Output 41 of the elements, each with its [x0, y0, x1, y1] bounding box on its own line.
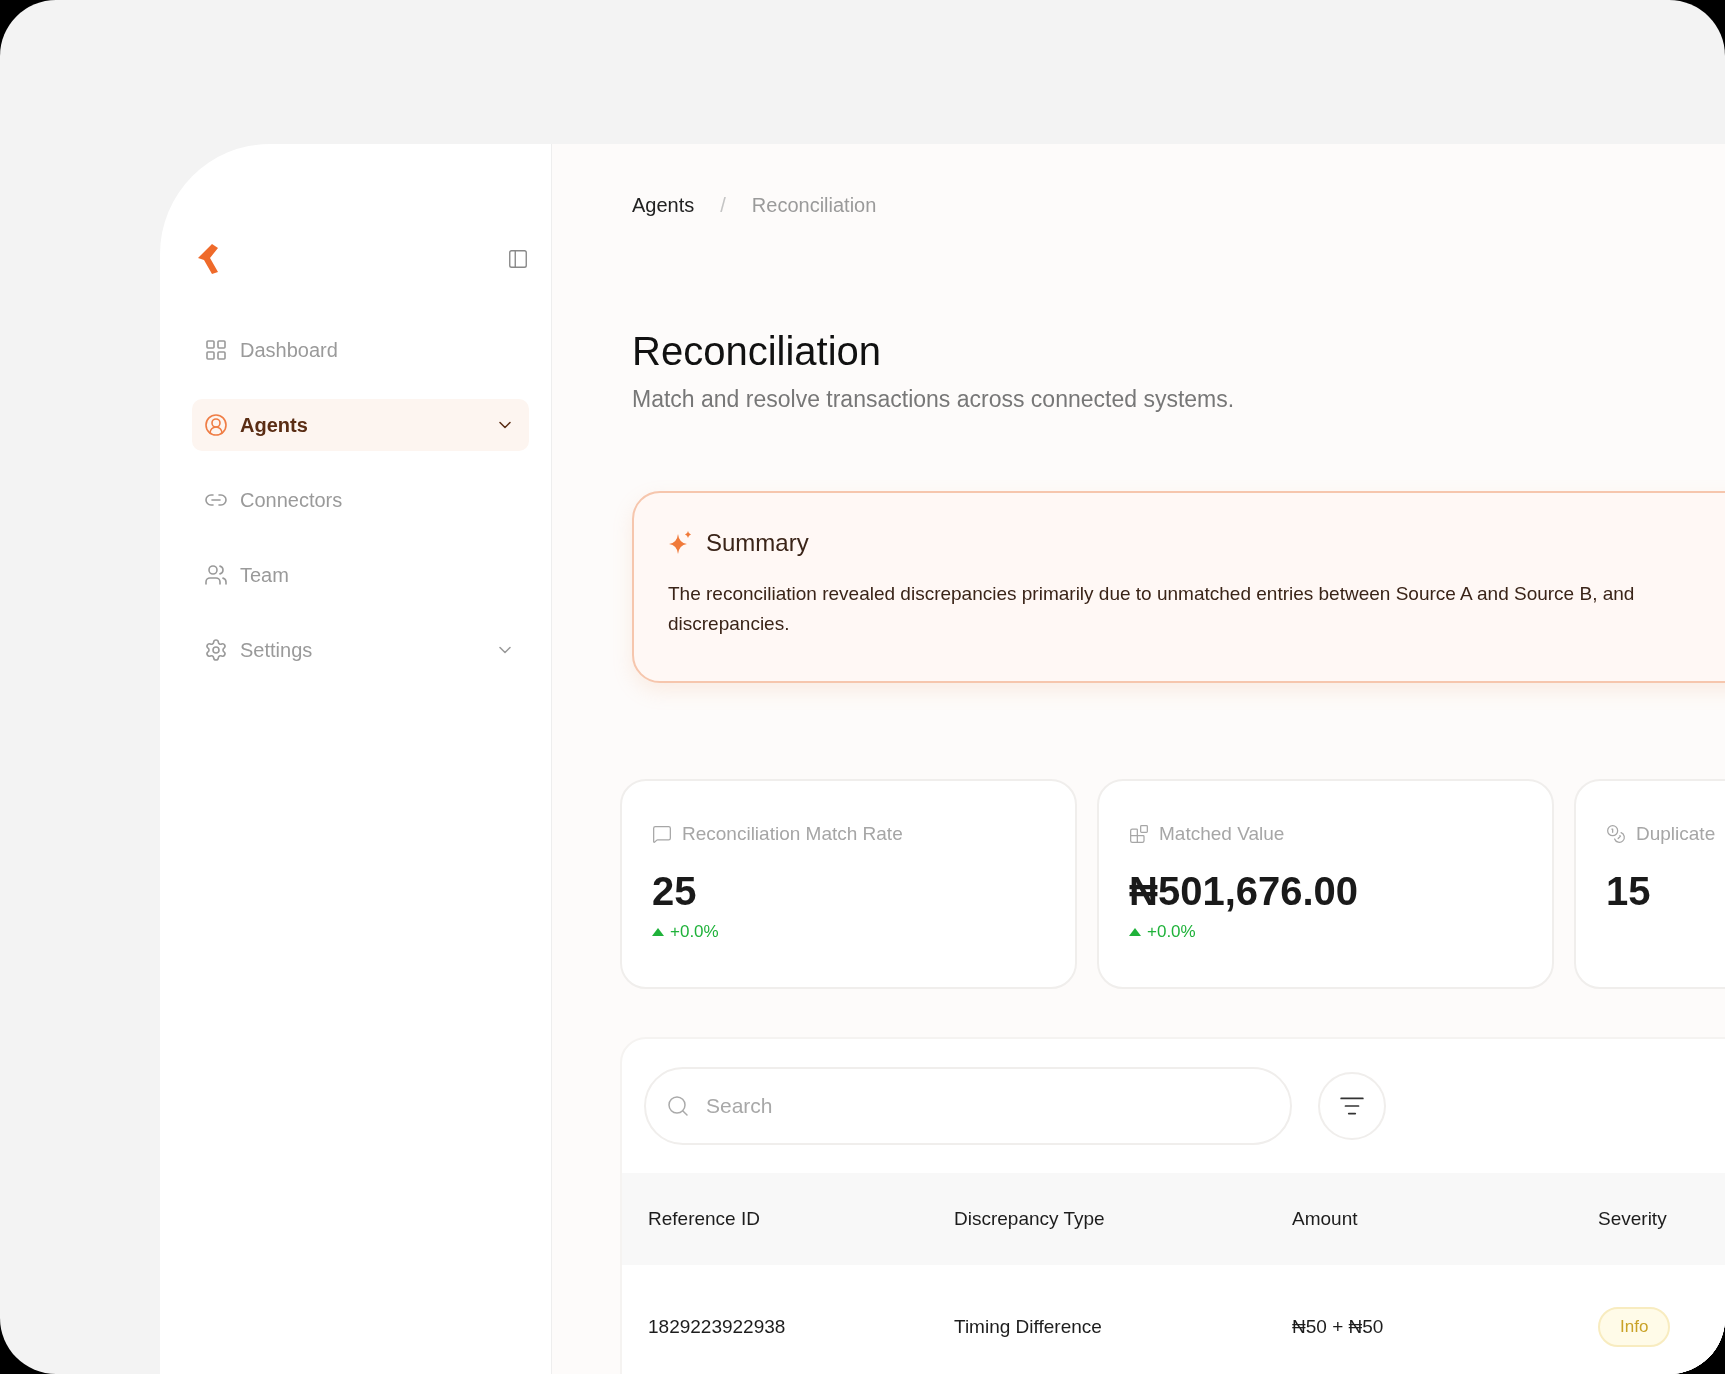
sidebar-toggle-icon[interactable] [507, 248, 529, 270]
stat-value: 25 [652, 869, 698, 914]
severity-tag: Info [1598, 1307, 1671, 1347]
dashboard-icon [204, 338, 228, 362]
stat-label: Reconciliation Match Rate [682, 823, 903, 845]
breadcrumb-separator: / [720, 194, 726, 217]
column-header: Severity [1598, 1208, 1668, 1230]
search-field[interactable]: Search [644, 1067, 1292, 1145]
sidebar-item[interactable]: Settings [192, 624, 529, 676]
user-circle-icon [204, 413, 228, 437]
stat-value: ₦501,676.00 [1129, 869, 1360, 914]
logo-icon [198, 244, 220, 274]
stat-label: Duplicate [1636, 823, 1716, 845]
sidebar-item[interactable]: Team [192, 549, 529, 601]
table-cell-text: 1829223922938 [648, 1316, 787, 1338]
up-triangle-icon [1129, 928, 1141, 936]
search-icon [666, 1094, 690, 1118]
page-title: Reconciliation [632, 329, 883, 374]
summary-text: The reconciliation revealed discrepancies primarily due to unmatched entries between Source A and Source B, and discrepancies. [668, 582, 1636, 636]
summary-title: Summary [706, 529, 809, 557]
stat-change: +0.0% [1147, 922, 1196, 942]
column-header: Reference ID [648, 1208, 761, 1230]
blocks-icon [1129, 824, 1149, 844]
up-triangle-icon [652, 928, 664, 936]
settings-icon [204, 638, 228, 662]
breadcrumb-link[interactable]: Agents [632, 194, 695, 217]
coins-icon [1606, 824, 1626, 844]
sidebar-item[interactable]: Dashboard [192, 324, 529, 376]
users-icon [204, 563, 228, 587]
stat-value: 15 [1606, 869, 1652, 914]
stat-label: Matched Value [1159, 823, 1285, 845]
column-header: Discrepancy Type [954, 1208, 1106, 1230]
page-subtitle: Match and resolve transactions across connected systems. [632, 386, 1236, 413]
column-header: Amount [1292, 1208, 1359, 1230]
chat-bubble-icon [652, 824, 672, 844]
table-cell-text: ₦50 + ₦50 [1292, 1316, 1385, 1338]
breadcrumb-link[interactable]: Reconciliation [751, 194, 877, 217]
sidebar-item[interactable]: Agents [192, 399, 529, 451]
sidebar-item[interactable]: Connectors [192, 474, 529, 526]
table-cell-text: Timing Difference [954, 1316, 1103, 1338]
stat-change: +0.0% [670, 922, 719, 942]
